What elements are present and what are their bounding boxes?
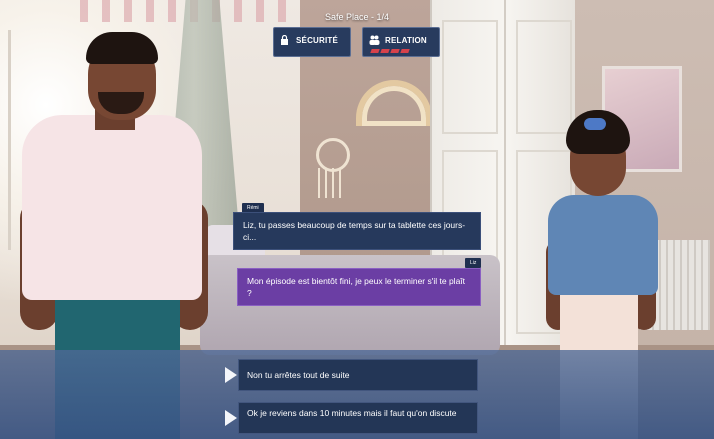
choice-option-1[interactable]: Non tu arrêtes tout de suite xyxy=(238,359,478,391)
father-hair xyxy=(86,32,158,64)
episode-title: Safe Place - 1/4 xyxy=(324,12,390,22)
security-button[interactable]: SÉCURITÉ xyxy=(273,27,351,57)
dialogue-bubble-girl: Mon épisode est bientôt fini, je peux le… xyxy=(237,268,481,306)
speaker-tag-girl: Liz xyxy=(465,258,482,268)
choice-option-2[interactable]: Ok je reviens dans 10 minutes mais il fa… xyxy=(238,402,478,434)
dialogue-bubble-father: Liz, tu passes beaucoup de temps sur ta … xyxy=(233,212,481,250)
dreamcatcher-feathers xyxy=(318,168,344,198)
security-label: SÉCURITÉ xyxy=(296,36,339,45)
choice-arrow-icon xyxy=(225,367,237,383)
girl-shirt xyxy=(548,195,658,295)
relation-meter xyxy=(370,49,411,53)
father-shirt xyxy=(22,115,202,300)
choice-arrow-icon xyxy=(225,410,237,426)
dreamcatcher-decoration xyxy=(316,138,350,172)
people-icon xyxy=(369,35,380,47)
relation-button[interactable]: RELATION xyxy=(362,27,440,57)
relation-label: RELATION xyxy=(385,36,427,45)
girl-hair-bow xyxy=(584,118,606,130)
lock-icon xyxy=(280,34,289,47)
game-scene: Safe Place - 1/4 SÉCURITÉ RELATION Rémi … xyxy=(0,0,714,439)
